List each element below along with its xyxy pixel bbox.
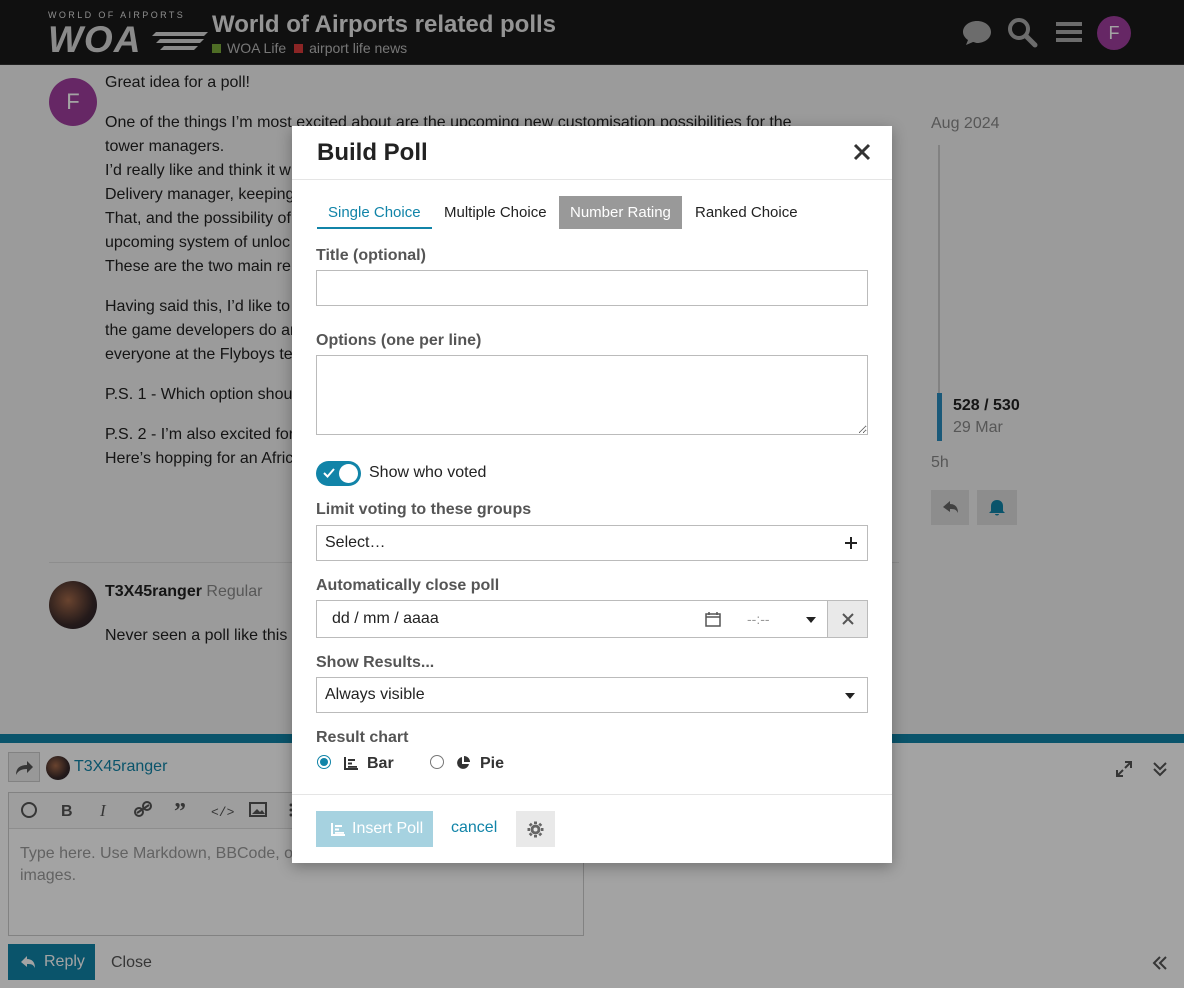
close-icon bbox=[842, 613, 854, 625]
poll-options-textarea[interactable] bbox=[316, 355, 868, 435]
date-input[interactable]: dd / mm / aaaa bbox=[332, 610, 439, 628]
groups-select-placeholder: Select… bbox=[325, 534, 386, 551]
auto-close-field-label: Automatically close poll bbox=[316, 577, 500, 594]
show-results-label: Show Results... bbox=[316, 654, 435, 671]
check-icon bbox=[323, 468, 335, 478]
chevron-down-icon bbox=[845, 693, 855, 699]
time-input[interactable]: --:-- bbox=[747, 611, 770, 627]
tab-single-choice[interactable]: Single Choice bbox=[317, 196, 432, 229]
tab-ranked-choice[interactable]: Ranked Choice bbox=[684, 196, 809, 229]
chart-pie-label[interactable]: Pie bbox=[480, 755, 504, 773]
show-results-value: Always visible bbox=[325, 686, 425, 703]
pie-chart-icon bbox=[457, 756, 470, 769]
chevron-down-icon[interactable] bbox=[805, 616, 817, 624]
bar-chart-icon bbox=[331, 823, 345, 836]
chart-bar-radio[interactable] bbox=[317, 755, 331, 769]
cancel-link[interactable]: cancel bbox=[451, 819, 497, 837]
build-poll-modal: Build Poll Single Choice Multiple Choice… bbox=[292, 126, 892, 863]
tab-number-rating[interactable]: Number Rating bbox=[559, 196, 682, 229]
show-who-voted-label: Show who voted bbox=[369, 464, 487, 481]
insert-poll-button[interactable]: Insert Poll bbox=[316, 811, 433, 847]
toggle-knob bbox=[339, 464, 358, 483]
modal-header-divider bbox=[292, 179, 892, 180]
poll-settings-button[interactable] bbox=[516, 811, 555, 847]
chart-bar-label[interactable]: Bar bbox=[367, 755, 394, 773]
modal-footer-divider bbox=[292, 794, 892, 795]
groups-field-label: Limit voting to these groups bbox=[316, 501, 532, 518]
poll-title-input[interactable] bbox=[316, 270, 868, 306]
show-results-select[interactable]: Always visible bbox=[316, 677, 868, 713]
gear-icon bbox=[527, 821, 544, 838]
tab-multiple-choice[interactable]: Multiple Choice bbox=[433, 196, 558, 229]
insert-poll-label: Insert Poll bbox=[352, 820, 424, 837]
clear-date-button[interactable] bbox=[827, 601, 867, 637]
calendar-icon[interactable] bbox=[705, 611, 721, 627]
plus-icon bbox=[845, 537, 857, 549]
title-field-label: Title (optional) bbox=[316, 247, 426, 264]
auto-close-datetime: dd / mm / aaaa --:-- bbox=[316, 600, 868, 638]
options-field-label: Options (one per line) bbox=[316, 332, 482, 349]
modal-title: Build Poll bbox=[317, 139, 428, 166]
result-chart-label: Result chart bbox=[316, 729, 409, 746]
bar-chart-icon bbox=[344, 757, 358, 770]
close-icon[interactable] bbox=[852, 142, 872, 162]
show-who-voted-toggle[interactable] bbox=[316, 461, 361, 486]
chart-pie-radio[interactable] bbox=[430, 755, 444, 769]
groups-select[interactable]: Select… bbox=[316, 525, 868, 561]
